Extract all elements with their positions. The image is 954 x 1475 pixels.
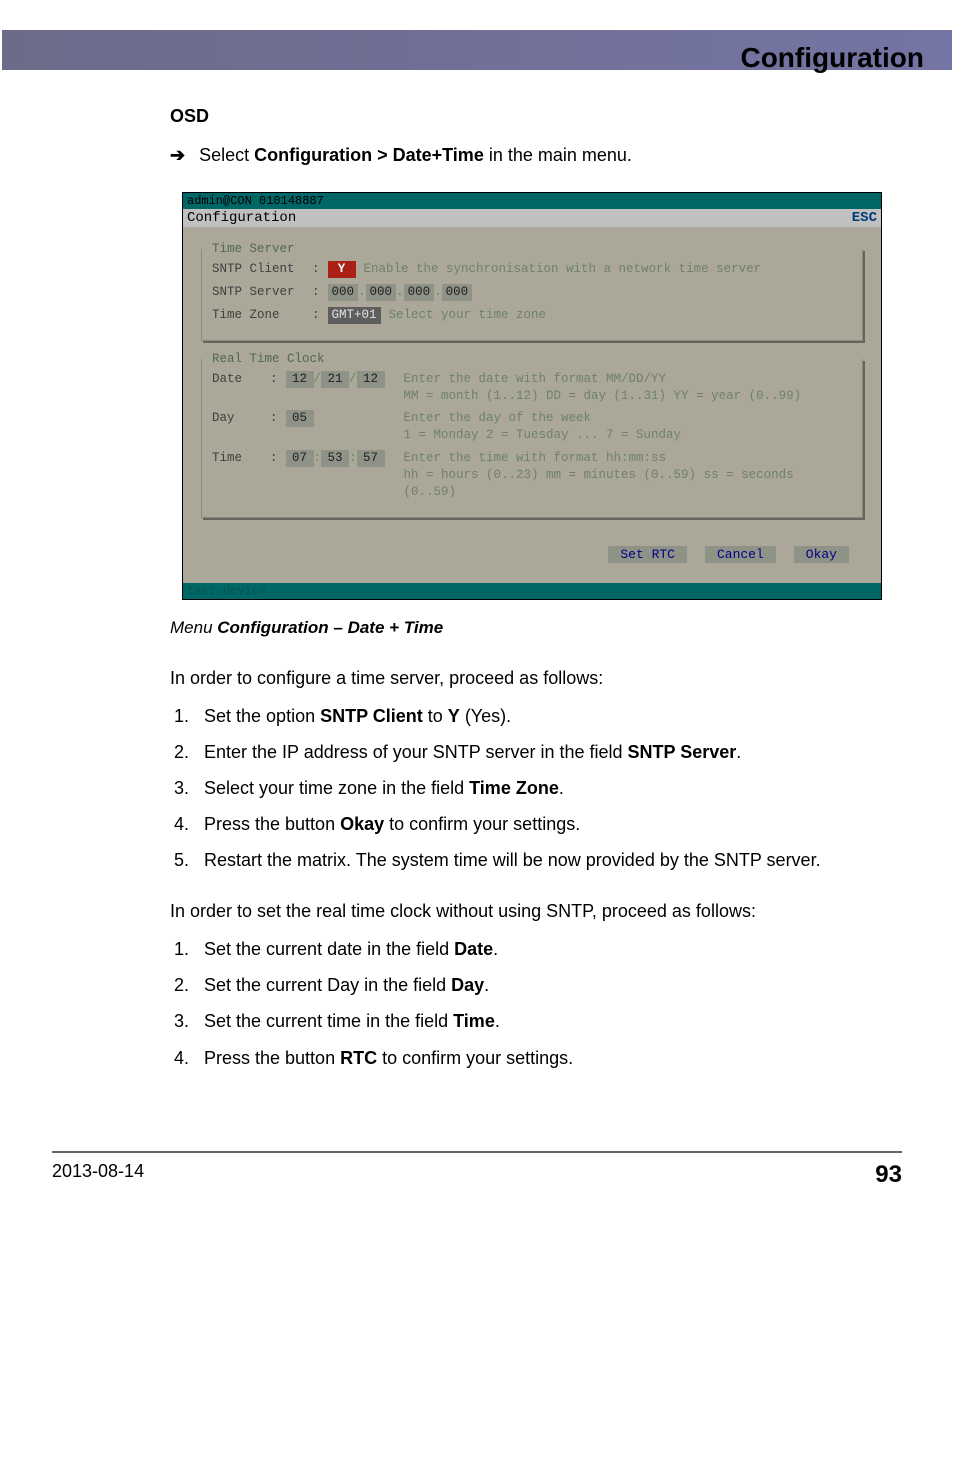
terminal-footer: test-device <box>183 583 881 599</box>
rtc-date-row: Date : 12/21/12 Enter the date with form… <box>212 371 852 405</box>
rtc-day-row: Day : 05 Enter the day of the week 1 = M… <box>212 410 852 444</box>
dot: . <box>434 285 442 299</box>
list-item: Enter the IP address of your SNTP server… <box>194 739 894 765</box>
sntp-client-label: SNTP Client <box>212 261 304 278</box>
time-zone-value[interactable]: GMT+01 <box>328 307 381 324</box>
date-yy[interactable]: 12 <box>357 371 385 388</box>
time-zone-row: Time Zone : GMT+01 Select your time zone <box>212 307 852 324</box>
sntp-server-label: SNTP Server <box>212 284 304 301</box>
dot: . <box>358 285 366 299</box>
slash: / <box>349 372 357 386</box>
sntp-client-hint: Enable the synchronisation with a networ… <box>364 261 852 278</box>
date-mm[interactable]: 12 <box>286 371 314 388</box>
arrow-right-icon: ➔ <box>170 145 185 166</box>
dot: . <box>396 285 404 299</box>
intro-a: In order to configure a time server, pro… <box>170 668 894 689</box>
colon: : <box>312 261 320 278</box>
time-hint: Enter the time with format hh:mm:ss hh =… <box>404 450 852 501</box>
terminal-topline: admin@CON 010148887 <box>183 193 881 209</box>
time-server-legend: Time Server <box>208 241 299 258</box>
day-value[interactable]: 05 <box>286 410 314 427</box>
day-input-wrap: 05 <box>286 410 396 427</box>
sntp-client-row: SNTP Client : Y Enable the synchronisati… <box>212 261 852 278</box>
terminal-title: Configuration <box>187 210 296 226</box>
time-zone-hint: Select your time zone <box>389 307 852 324</box>
caption-prefix: Menu <box>170 618 217 637</box>
footer-date: 2013-08-14 <box>52 1161 144 1189</box>
page-footer: 2013-08-14 93 <box>52 1151 902 1189</box>
sntp-server-o2[interactable]: 000 <box>366 284 397 301</box>
time-zone-label: Time Zone <box>212 307 304 324</box>
list-item: Restart the matrix. The system time will… <box>194 847 894 873</box>
time-ss[interactable]: 57 <box>357 450 385 467</box>
list-item: Select your time zone in the field Time … <box>194 775 894 801</box>
cancel-button[interactable]: Cancel <box>705 546 776 563</box>
rtc-time-row: Time : 07:53:57 Enter the time with form… <box>212 450 852 501</box>
figure-caption: Menu Configuration – Date + Time <box>170 618 894 638</box>
rtc-legend: Real Time Clock <box>208 351 329 368</box>
sntp-server-row: SNTP Server : 000.000.000.000 <box>212 284 852 301</box>
instruction-line: ➔ Select Configuration > Date+Time in th… <box>170 145 894 166</box>
colon: : <box>270 450 278 467</box>
colon-sep: : <box>349 451 357 465</box>
sntp-server-o4[interactable]: 000 <box>442 284 473 301</box>
instruction-bold: Configuration > Date+Time <box>254 145 484 165</box>
page-title: Configuration <box>740 42 924 74</box>
sntp-server-o1[interactable]: 000 <box>328 284 359 301</box>
colon: : <box>312 307 320 324</box>
time-input[interactable]: 07:53:57 <box>286 450 396 467</box>
intro-b: In order to set the real time clock with… <box>170 901 894 922</box>
sntp-client-value[interactable]: Y <box>328 261 356 278</box>
colon-sep: : <box>314 451 322 465</box>
osd-heading: OSD <box>170 106 894 127</box>
time-mm[interactable]: 53 <box>321 450 349 467</box>
date-hint2: MM = month (1..12) DD = day (1..31) YY =… <box>404 389 802 403</box>
terminal-titlebar: Configuration ESC <box>183 209 881 227</box>
date-hint: Enter the date with format MM/DD/YY MM =… <box>404 371 852 405</box>
instruction-suffix: in the main menu. <box>484 145 632 165</box>
instruction-prefix: Select <box>199 145 254 165</box>
steps-a: Set the option SNTP Client to Y (Yes). En… <box>194 703 894 873</box>
steps-b: Set the current date in the field Date. S… <box>194 936 894 1070</box>
time-hh[interactable]: 07 <box>286 450 314 467</box>
caption-bold: Configuration – Date + Time <box>217 618 443 637</box>
list-item: Set the current Day in the field Day. <box>194 972 894 998</box>
time-hint2: hh = hours (0..23) mm = minutes (0..59) … <box>404 468 794 499</box>
osd-terminal: admin@CON 010148887 Configuration ESC Ti… <box>182 192 882 600</box>
time-hint1: Enter the time with format hh:mm:ss <box>404 451 667 465</box>
colon: : <box>270 371 278 388</box>
day-hint: Enter the day of the week 1 = Monday 2 =… <box>404 410 852 444</box>
time-label: Time <box>212 450 262 467</box>
sntp-server-input[interactable]: 000.000.000.000 <box>328 284 473 301</box>
date-label: Date <box>212 371 262 388</box>
day-hint1: Enter the day of the week <box>404 411 592 425</box>
terminal-buttons: Set RTC Cancel Okay <box>195 536 869 567</box>
time-server-section: Time Server SNTP Client : Y Enable the s… <box>201 249 863 341</box>
list-item: Press the button RTC to confirm your set… <box>194 1045 894 1071</box>
instruction-text: Select Configuration > Date+Time in the … <box>199 145 632 166</box>
list-item: Set the current date in the field Date. <box>194 936 894 962</box>
terminal-body: Time Server SNTP Client : Y Enable the s… <box>183 227 881 583</box>
day-hint2: 1 = Monday 2 = Tuesday ... 7 = Sunday <box>404 428 682 442</box>
list-item: Set the option SNTP Client to Y (Yes). <box>194 703 894 729</box>
set-rtc-button[interactable]: Set RTC <box>608 546 687 563</box>
colon: : <box>312 284 320 301</box>
date-input[interactable]: 12/21/12 <box>286 371 396 388</box>
slash: / <box>314 372 322 386</box>
date-dd[interactable]: 21 <box>321 371 349 388</box>
terminal-esc[interactable]: ESC <box>852 210 877 226</box>
day-label: Day <box>212 410 262 427</box>
list-item: Press the button Okay to confirm your se… <box>194 811 894 837</box>
sntp-server-o3[interactable]: 000 <box>404 284 435 301</box>
okay-button[interactable]: Okay <box>794 546 849 563</box>
date-hint1: Enter the date with format MM/DD/YY <box>404 372 667 386</box>
colon: : <box>270 410 278 427</box>
rtc-section: Real Time Clock Date : 12/21/12 Enter th… <box>201 359 863 518</box>
list-item: Set the current time in the field Time. <box>194 1008 894 1034</box>
page-number: 93 <box>875 1161 902 1189</box>
